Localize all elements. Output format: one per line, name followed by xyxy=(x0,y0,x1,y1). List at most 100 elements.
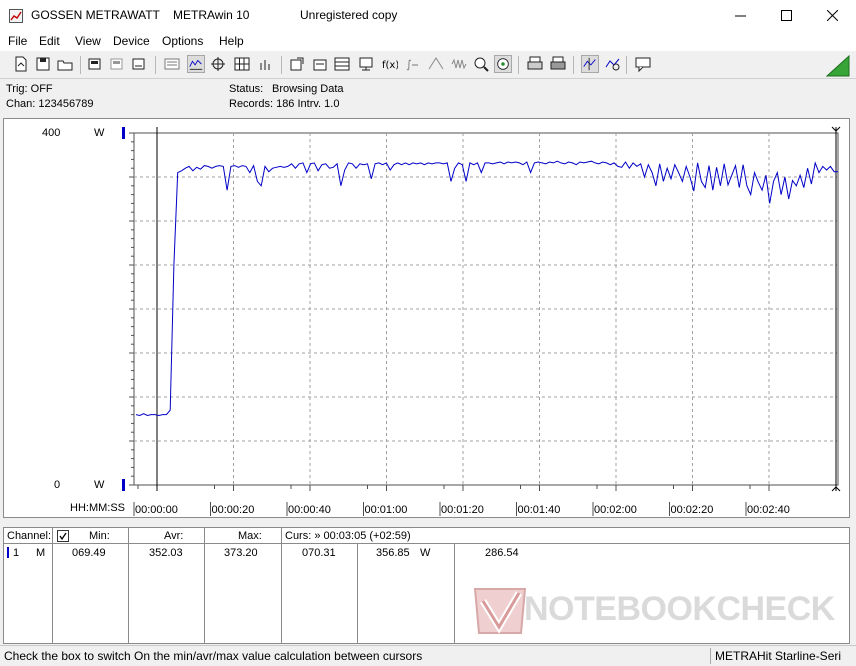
cursor-zoom-icon[interactable] xyxy=(604,55,622,73)
device-name: METRAHit Starline-Seri xyxy=(715,649,842,663)
svg-text:∫: ∫ xyxy=(406,58,412,71)
export-icon[interactable] xyxy=(288,55,306,73)
min-value: 069.49 xyxy=(72,547,106,559)
column-divider xyxy=(281,528,282,643)
menu-help[interactable]: Help xyxy=(219,34,244,48)
app-icon xyxy=(9,9,23,23)
status-bar: Check the box to switch On the min/avr/m… xyxy=(0,645,856,666)
toolbar-separator xyxy=(80,56,81,74)
max-header: Max: xyxy=(238,530,262,542)
toolbar-separator xyxy=(155,56,156,74)
maximize-button[interactable] xyxy=(763,0,809,31)
menu-device[interactable]: Device xyxy=(113,34,150,48)
new-file-icon[interactable] xyxy=(12,55,30,73)
table-icon[interactable] xyxy=(333,55,351,73)
menu-edit[interactable]: Edit xyxy=(39,34,60,48)
cursor-a-value: 070.31 xyxy=(302,547,336,559)
x-tick-label: 00:00:40 xyxy=(288,504,331,516)
registration-title: Unregistered copy xyxy=(300,8,398,22)
column-divider xyxy=(357,543,358,643)
cursor-icon[interactable] xyxy=(581,55,599,73)
close-button[interactable] xyxy=(809,0,855,31)
plot-panel[interactable]: 00:00:00 00:00:20 00:00:40 00:01:00 00:01:20… xyxy=(3,118,850,518)
toolbar-separator xyxy=(518,56,519,74)
plot-area xyxy=(133,132,839,486)
x-tick-label: 00:02:00 xyxy=(594,504,637,516)
channel-mode: M xyxy=(36,547,46,559)
close-icon xyxy=(826,10,838,21)
device-config-icon[interactable] xyxy=(130,55,148,73)
table-header-divider xyxy=(4,543,849,544)
device-read-icon[interactable] xyxy=(108,55,126,73)
x-tick-label: 00:00:20 xyxy=(212,504,255,516)
column-divider xyxy=(454,543,455,643)
time-format-label: HH:MM:SS xyxy=(70,502,125,514)
svg-text:f(x): f(x) xyxy=(382,60,398,71)
open-folder-icon[interactable] xyxy=(56,55,74,73)
import-icon[interactable] xyxy=(311,55,329,73)
peak-icon[interactable] xyxy=(427,55,445,73)
maximize-icon xyxy=(780,10,792,21)
x-tick-label: 00:00:00 xyxy=(135,504,178,516)
grid-icon[interactable] xyxy=(233,55,251,73)
x-tick-label: 00:02:40 xyxy=(747,504,790,516)
channel-number: 1 xyxy=(13,547,20,559)
minimize-button[interactable] xyxy=(717,0,763,31)
device-icon[interactable] xyxy=(86,55,104,73)
column-divider xyxy=(52,528,53,643)
title-bar: GOSSEN METRAWATT METRAwin 10 Unregistere… xyxy=(0,0,856,31)
statistics-table: Channel: Min: Avr: Max: Curs: » 00:03:05… xyxy=(3,527,850,644)
scale-marker-bottom xyxy=(122,479,125,491)
notebookcheck-logo-icon xyxy=(473,588,527,634)
x-tick-label: 00:01:20 xyxy=(441,504,484,516)
column-divider xyxy=(204,528,205,643)
formula-icon[interactable]: ∫ xyxy=(403,55,421,73)
cursor-header: Curs: » 00:03:05 (+02:59) xyxy=(285,530,411,542)
brand-title: GOSSEN METRAWATT xyxy=(31,8,160,22)
function-icon[interactable]: f(x) xyxy=(380,55,398,73)
crosshair-icon[interactable] xyxy=(209,55,227,73)
signal-icon xyxy=(825,54,850,77)
menu-view[interactable]: View xyxy=(75,34,101,48)
x-tick-label: 00:01:00 xyxy=(365,504,408,516)
save-icon[interactable] xyxy=(34,55,52,73)
x-tick-label: 00:01:40 xyxy=(518,504,561,516)
cursor-c-value: 286.54 xyxy=(485,547,519,559)
minimize-icon xyxy=(734,15,746,17)
menu-options[interactable]: Options xyxy=(162,34,203,48)
channel-status: Chan: 123456789 xyxy=(6,98,94,110)
watermark-text: NOTEBOOKCHECK xyxy=(524,590,835,628)
cursor-b-value: 356.85 xyxy=(376,547,410,559)
toolbar: f(x) ∫ xyxy=(0,52,856,79)
toolbar-separator xyxy=(281,56,282,74)
print-icon[interactable] xyxy=(549,55,567,73)
menu-file[interactable]: File xyxy=(8,34,27,48)
zoom-in-icon[interactable] xyxy=(472,55,490,73)
menu-bar: File Edit View Device Options Help xyxy=(0,31,856,51)
toolbar-separator xyxy=(626,56,627,74)
status-label: Status: xyxy=(229,83,264,95)
max-value: 373.20 xyxy=(224,547,258,559)
channel-color-marker xyxy=(7,547,9,558)
avr-value: 352.03 xyxy=(149,547,183,559)
cursor-unit: W xyxy=(420,547,431,559)
checkmark-icon xyxy=(59,532,67,541)
monitor-icon[interactable] xyxy=(357,55,375,73)
power-chart[interactable]: 00:00:00 00:00:20 00:00:40 00:01:00 00:01:20… xyxy=(4,119,849,517)
y-unit-bottom: W xyxy=(94,479,105,491)
list-view-icon[interactable] xyxy=(163,55,181,73)
min-header: Min: xyxy=(89,530,110,542)
comment-icon[interactable] xyxy=(634,55,652,73)
app-title: METRAwin 10 xyxy=(173,8,250,22)
wave-icon[interactable] xyxy=(450,55,468,73)
y-max-label: 400 xyxy=(42,127,61,139)
print-preview-icon[interactable] xyxy=(526,55,544,73)
bar-view-icon[interactable] xyxy=(257,55,275,73)
column-divider xyxy=(128,528,129,643)
auto-scale-icon[interactable] xyxy=(494,55,512,73)
x-tick-label: 00:02:20 xyxy=(671,504,714,516)
calc-between-cursors-checkbox[interactable] xyxy=(57,530,69,542)
statusbar-divider xyxy=(710,648,711,664)
graph-view-icon[interactable] xyxy=(187,55,205,73)
channel-header: Channel: xyxy=(7,530,52,542)
